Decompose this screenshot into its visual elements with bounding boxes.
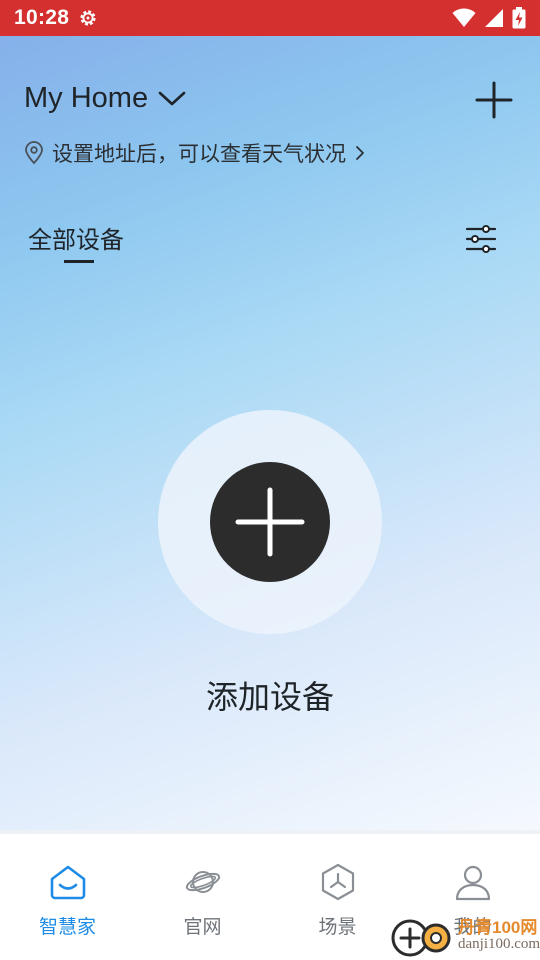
- home-smile-icon: [50, 865, 85, 900]
- nav-item-scenes[interactable]: 场景: [270, 834, 405, 960]
- home-selector[interactable]: My Home: [24, 82, 186, 115]
- watermark-url: danji100.com: [458, 936, 540, 952]
- person-icon: [455, 865, 490, 901]
- nav-label-smart-home: 智慧家: [38, 916, 96, 938]
- watermark: 丹青100网 danji100.com: [390, 914, 540, 958]
- chevron-down-icon: [158, 91, 186, 105]
- location-pin-icon: [25, 141, 43, 165]
- watermark-logo-icon: [391, 919, 451, 957]
- tab-all-devices[interactable]: 全部设备: [28, 220, 124, 255]
- location-text: 设置地址后，可以查看天气状况: [52, 142, 346, 166]
- plus-icon: [235, 487, 305, 557]
- battery-charging-icon: [512, 7, 526, 29]
- add-device-label[interactable]: 添加设备: [0, 672, 540, 718]
- settings-gear-icon: [80, 10, 96, 26]
- planet-icon: [185, 871, 220, 893]
- tab-active-indicator: [64, 260, 94, 263]
- filter-sliders-icon[interactable]: [464, 222, 498, 256]
- nav-item-official-site[interactable]: 官网: [135, 834, 270, 960]
- scene-hexagon-icon: [321, 863, 354, 901]
- watermark-brand: 丹青100网: [458, 918, 538, 937]
- nav-label-scenes: 场景: [318, 916, 357, 938]
- add-home-plus-icon[interactable]: [474, 80, 514, 120]
- status-bar: 10:28: [0, 0, 540, 36]
- location-prompt[interactable]: 设置地址后，可以查看天气状况: [24, 138, 366, 168]
- home-name: My Home: [24, 82, 149, 114]
- nav-label-official-site: 官网: [183, 916, 222, 938]
- add-device-button[interactable]: [210, 462, 330, 582]
- nav-item-smart-home[interactable]: 智慧家: [0, 834, 135, 960]
- status-time: 10:28: [14, 6, 70, 29]
- chevron-right-icon: [356, 146, 364, 160]
- cellular-signal-icon: [485, 9, 503, 27]
- wifi-icon: [452, 8, 476, 27]
